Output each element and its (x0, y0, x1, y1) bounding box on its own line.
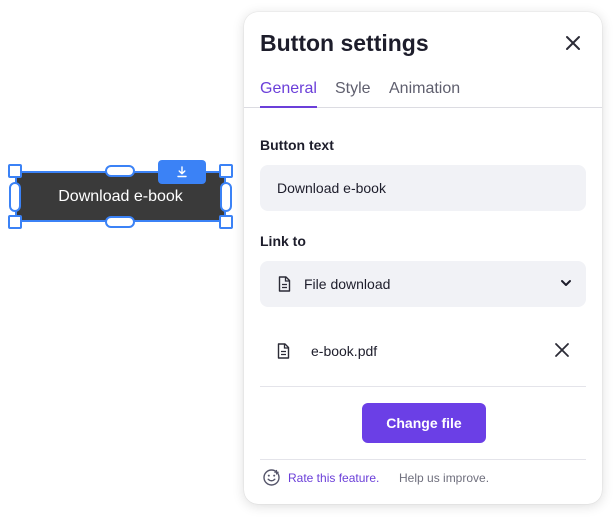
button-text-input[interactable] (260, 165, 586, 211)
panel-title: Button settings (260, 30, 429, 56)
chevron-down-icon (561, 280, 571, 286)
button-settings-panel: Button settings General Style Animation … (244, 12, 602, 504)
resize-handle-top-right[interactable] (219, 164, 233, 178)
button-text-label: Button text (260, 137, 334, 153)
smiley-icon (263, 469, 280, 486)
download-badge[interactable] (158, 160, 206, 184)
divider (260, 386, 586, 387)
resize-handle-bottom[interactable] (105, 216, 135, 228)
tab-style[interactable]: Style (335, 80, 371, 108)
attached-file-row: e-book.pdf (260, 328, 586, 372)
resize-handle-bottom-right[interactable] (219, 215, 233, 229)
settings-tabs: General Style Animation (244, 78, 602, 108)
button-label: Download e-book (58, 187, 183, 205)
resize-handle-right[interactable] (220, 182, 232, 212)
link-to-label: Link to (260, 233, 306, 249)
close-button[interactable] (562, 32, 584, 54)
tab-general[interactable]: General (260, 80, 317, 108)
divider (260, 459, 586, 460)
feedback-text: Help us improve. (399, 471, 490, 485)
document-icon (278, 276, 291, 292)
link-to-value: File download (304, 276, 391, 292)
remove-file-icon[interactable] (554, 342, 570, 358)
rate-feature-link[interactable]: Rate this feature. (288, 471, 379, 485)
file-icon (277, 343, 290, 359)
download-icon (177, 166, 187, 178)
close-icon (566, 36, 580, 50)
file-name: e-book.pdf (311, 343, 378, 359)
change-file-button[interactable]: Change file (362, 403, 486, 443)
design-canvas: Download e-book (0, 0, 244, 518)
tab-animation[interactable]: Animation (389, 80, 460, 108)
resize-handle-top[interactable] (105, 165, 135, 177)
resize-handle-top-left[interactable] (8, 164, 22, 178)
resize-handle-left[interactable] (9, 182, 21, 212)
link-to-select[interactable]: File download (260, 261, 586, 307)
resize-handle-bottom-left[interactable] (8, 215, 22, 229)
